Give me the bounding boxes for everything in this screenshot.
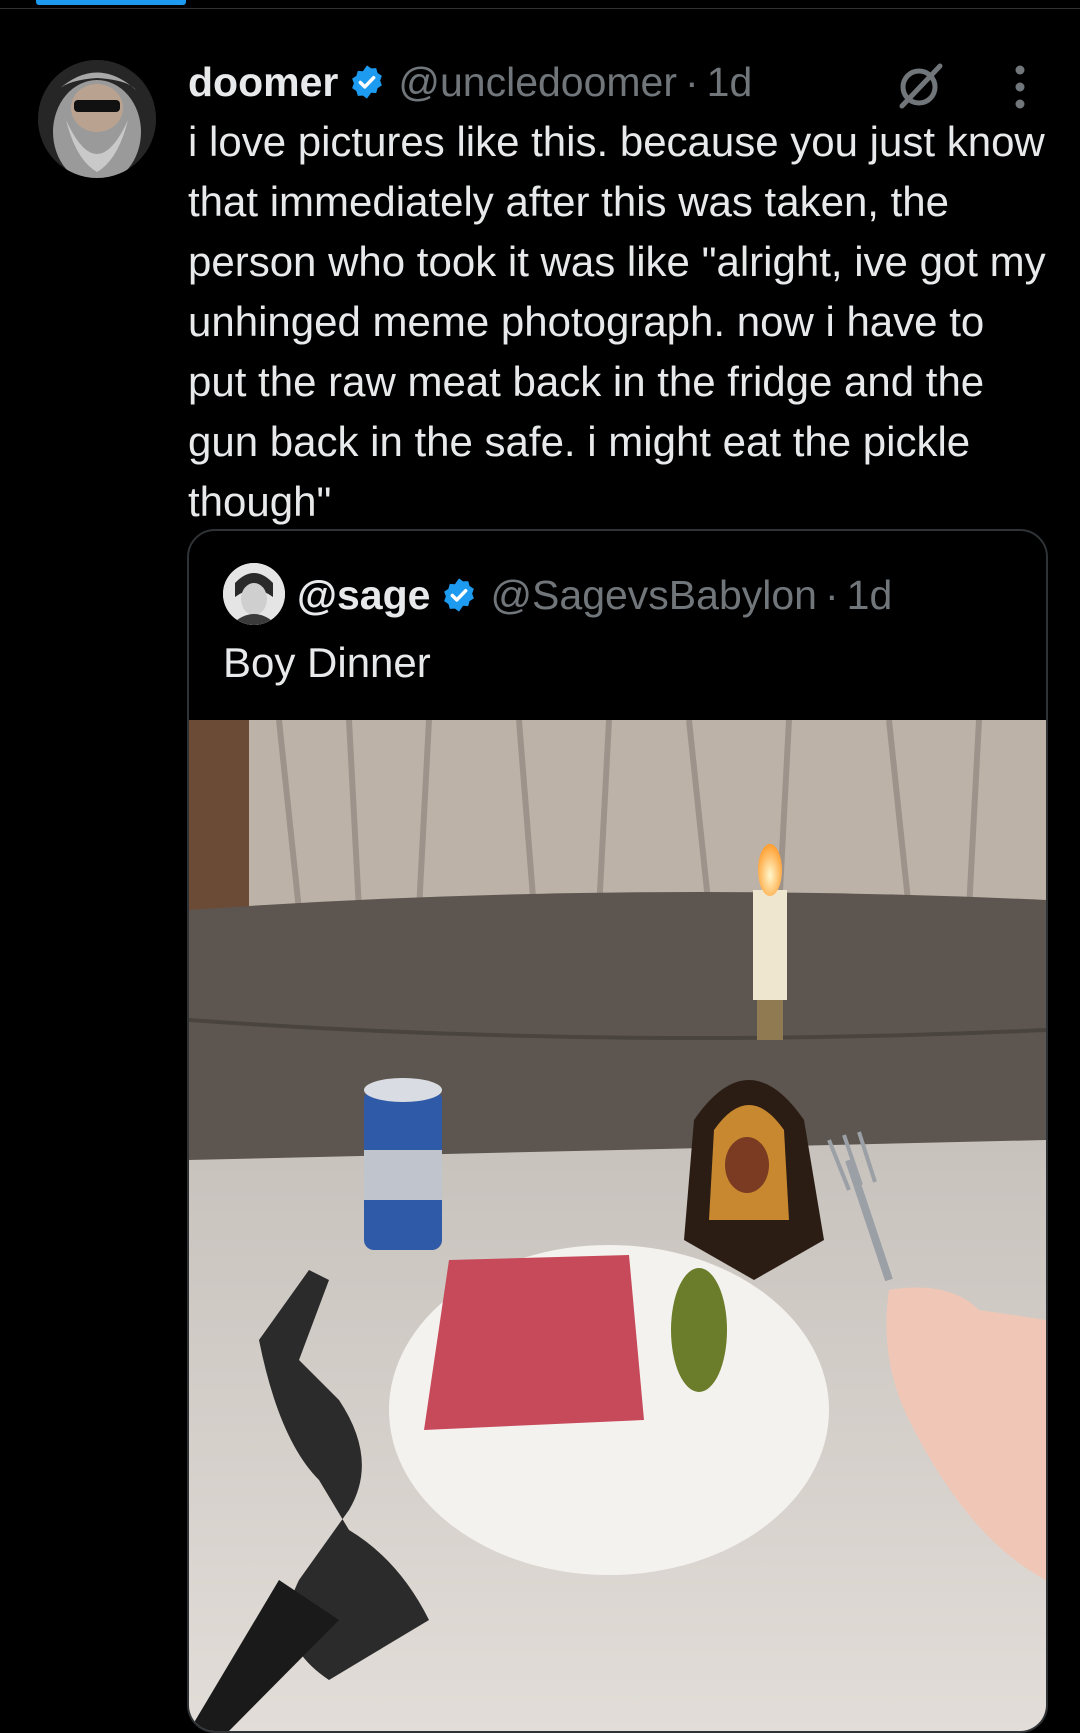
top-divider bbox=[0, 8, 1080, 9]
ground-meat bbox=[424, 1255, 644, 1430]
quote-avatar-image bbox=[223, 563, 285, 625]
tweet-header: doomer @uncledoomer · 1d bbox=[188, 54, 752, 110]
pickle bbox=[671, 1268, 727, 1392]
tweet-text: i love pictures like this. because you j… bbox=[188, 118, 1058, 525]
quote-timestamp[interactable]: 1d bbox=[847, 572, 893, 619]
separator-dot: · bbox=[824, 571, 839, 618]
quote-avatar[interactable] bbox=[223, 563, 285, 625]
tab-active-indicator bbox=[36, 0, 186, 5]
couch bbox=[189, 892, 1046, 1160]
grok-icon[interactable] bbox=[894, 58, 948, 112]
quote-handle[interactable]: @SagevsBabylon bbox=[490, 572, 817, 619]
timestamp[interactable]: 1d bbox=[707, 59, 753, 106]
quote-text: Boy Dinner bbox=[223, 639, 431, 686]
quote-display-name[interactable]: @sage bbox=[297, 572, 430, 619]
curtain bbox=[249, 720, 1046, 911]
verified-badge-icon bbox=[352, 65, 383, 99]
energy-drink-can bbox=[364, 1078, 442, 1250]
avatar[interactable] bbox=[38, 60, 156, 178]
quoted-tweet[interactable]: @sage @SagevsBabylon · 1d Boy Dinner bbox=[187, 529, 1048, 1733]
display-name[interactable]: doomer bbox=[188, 59, 338, 106]
verified-badge-icon bbox=[444, 578, 475, 612]
quote-header: @sage @SagevsBabylon · 1d bbox=[297, 565, 892, 625]
quote-media-photo[interactable] bbox=[189, 720, 1046, 1731]
avatar-image bbox=[38, 60, 156, 178]
handle[interactable]: @uncledoomer bbox=[398, 59, 677, 106]
more-options-icon[interactable] bbox=[1006, 60, 1034, 114]
separator-dot: · bbox=[685, 58, 699, 105]
